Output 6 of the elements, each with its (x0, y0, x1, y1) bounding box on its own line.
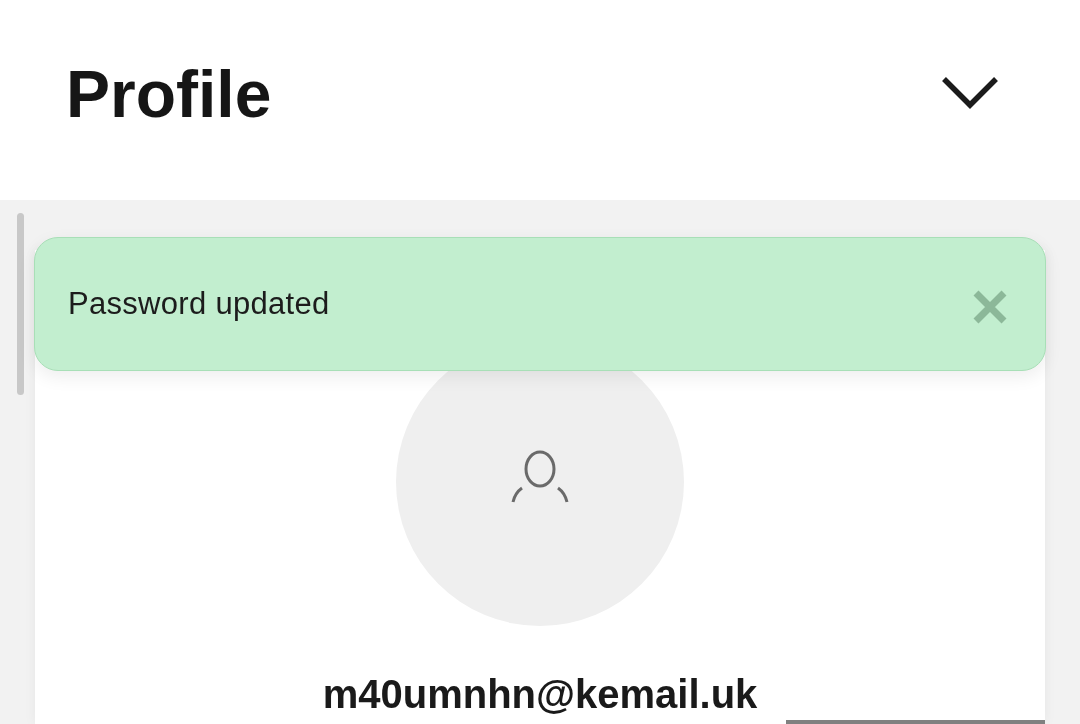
page-title: Profile (66, 61, 272, 127)
close-icon (973, 290, 1007, 324)
scrollbar[interactable] (17, 213, 24, 395)
email-text: m40umnhn@kemail.uk (322, 671, 758, 718)
close-button[interactable] (973, 290, 1007, 324)
toast-message: Password updated (68, 286, 330, 322)
